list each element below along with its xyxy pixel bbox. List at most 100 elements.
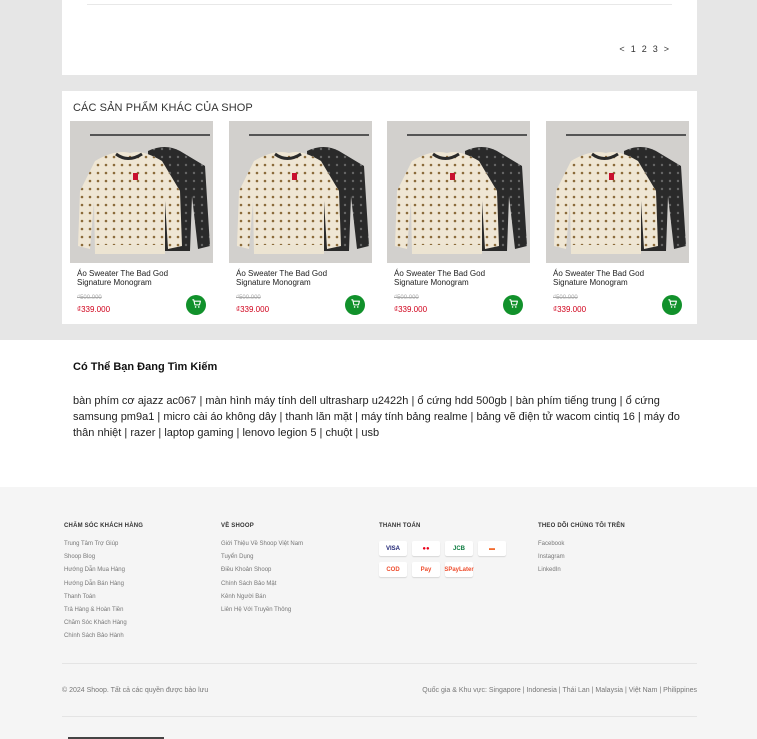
product-name[interactable]: Áo Sweater The Bad God Signature Monogra… bbox=[77, 269, 197, 287]
product-card[interactable]: Áo Sweater The Bad God Signature Monogra… bbox=[387, 121, 530, 321]
footer-links: Trung Tâm Trợ Giúp Shoop Blog Hướng Dẫn Mu… bbox=[64, 541, 143, 647]
payment-methods: VISA ●● JCB ▬ COD Pay SPayLater bbox=[379, 541, 506, 577]
footer-divider bbox=[62, 663, 697, 664]
product-name[interactable]: Áo Sweater The Bad God Signature Monogra… bbox=[236, 269, 356, 287]
footer-heading: VỀ SHOOP bbox=[221, 523, 254, 529]
product-card[interactable]: Áo Sweater The Bad God Signature Monogra… bbox=[229, 121, 372, 321]
footer-link[interactable]: Điều Khoản Shoop bbox=[221, 567, 303, 580]
pagination-page-3[interactable]: 3 bbox=[653, 44, 658, 54]
add-to-cart-button[interactable] bbox=[662, 295, 682, 315]
reviews-card: < 1 2 3 > bbox=[62, 0, 697, 75]
pagination-page-1[interactable]: 1 bbox=[631, 44, 636, 54]
country-link[interactable]: Malaysia bbox=[595, 687, 623, 694]
product-name[interactable]: Áo Sweater The Bad God Signature Monogra… bbox=[394, 269, 514, 287]
footer-link[interactable]: Liên Hệ Với Truyền Thông bbox=[221, 607, 303, 620]
payment-method-logo: COD bbox=[379, 562, 407, 577]
payment-method-logo: Pay bbox=[412, 562, 440, 577]
add-to-cart-button[interactable] bbox=[186, 295, 206, 315]
product-old-price: ₫500.000 bbox=[77, 295, 102, 301]
country-link[interactable]: Philippines bbox=[663, 687, 697, 694]
product-card[interactable]: Áo Sweater The Bad God Signature Monogra… bbox=[70, 121, 213, 321]
footer-link[interactable]: Instagram bbox=[538, 554, 625, 567]
search-term-link[interactable]: chuột bbox=[325, 427, 352, 439]
footer-link[interactable]: Trả Hàng & Hoàn Tiền bbox=[64, 607, 143, 620]
product-price: ₫339.000 bbox=[236, 305, 270, 314]
search-term-link[interactable]: laptop gaming bbox=[164, 427, 233, 439]
footer-links: Giới Thiệu Về Shoop Việt Nam Tuyển Dụng Đi… bbox=[221, 541, 303, 620]
footer-about: VỀ SHOOP Giới Thiệu Về Shoop Việt Nam Tuy… bbox=[221, 523, 303, 620]
product-image[interactable] bbox=[387, 121, 530, 263]
separator: | bbox=[616, 395, 626, 407]
product-image[interactable] bbox=[229, 121, 372, 263]
product-card[interactable]: Áo Sweater The Bad God Signature Monogra… bbox=[546, 121, 689, 321]
search-term-link[interactable]: razer bbox=[130, 427, 155, 439]
add-to-cart-button[interactable] bbox=[503, 295, 523, 315]
section-title: CÁC SẢN PHẨM KHÁC CỦA SHOP bbox=[73, 102, 253, 114]
footer-link[interactable]: Chính Sách Bảo Mật bbox=[221, 581, 303, 594]
copyright: © 2024 Shoop. Tất cả các quyền được bảo … bbox=[62, 687, 209, 694]
footer-link[interactable]: LinkedIn bbox=[538, 567, 625, 580]
search-term-link[interactable]: máy tính bảng realme bbox=[361, 411, 467, 423]
separator: | bbox=[154, 411, 164, 423]
country-link[interactable]: Singapore bbox=[489, 687, 521, 694]
product-image[interactable] bbox=[546, 121, 689, 263]
footer-heading: CHĂM SÓC KHÁCH HÀNG bbox=[64, 523, 144, 529]
separator: | bbox=[634, 411, 644, 423]
related-search-title: Có Thể Bạn Đang Tìm Kiếm bbox=[73, 361, 218, 373]
add-to-cart-button[interactable] bbox=[345, 295, 365, 315]
pagination-next[interactable]: > bbox=[664, 44, 669, 54]
product-old-price: ₫500.000 bbox=[394, 295, 419, 301]
footer-link[interactable]: Giới Thiệu Về Shoop Việt Nam bbox=[221, 541, 303, 554]
product-old-price: ₫500.000 bbox=[236, 295, 261, 301]
country-link[interactable]: Thái Lan bbox=[562, 687, 589, 694]
search-term-link[interactable]: màn hình máy tính dell ultrasharp u2422h bbox=[205, 395, 408, 407]
search-term-link[interactable]: micro cài áo không dây bbox=[163, 411, 276, 423]
separator: | bbox=[506, 395, 516, 407]
related-search-terms: bàn phím cơ ajazz ac067 | màn hình máy t… bbox=[73, 393, 683, 441]
country-selector: Quốc gia & Khu vực: Singapore | Indonesi… bbox=[422, 687, 697, 694]
shop-products-section: CÁC SẢN PHẨM KHÁC CỦA SHOP Áo Sweater Th… bbox=[62, 91, 697, 324]
pagination: < 1 2 3 > bbox=[619, 44, 669, 54]
footer-link[interactable]: Thanh Toán bbox=[64, 594, 143, 607]
search-term-link[interactable]: bàn phím cơ ajazz ac067 bbox=[73, 395, 196, 407]
separator: | bbox=[121, 427, 131, 439]
countries-label: Quốc gia & Khu vực: bbox=[422, 687, 489, 694]
search-term-link[interactable]: lenovo legion 5 bbox=[242, 427, 316, 439]
footer-link[interactable]: Kênh Người Bán bbox=[221, 594, 303, 607]
product-price: ₫339.000 bbox=[553, 305, 587, 314]
country-link[interactable]: Việt Nam bbox=[629, 687, 658, 694]
footer-heading: THANH TOÁN bbox=[379, 523, 421, 529]
country-link[interactable]: Indonesia bbox=[526, 687, 556, 694]
footer-links: Facebook Instagram LinkedIn bbox=[538, 541, 625, 581]
cart-icon bbox=[508, 296, 519, 314]
product-price: ₫339.000 bbox=[394, 305, 428, 314]
payment-method-logo: ●● bbox=[412, 541, 440, 556]
pagination-page-2[interactable]: 2 bbox=[642, 44, 647, 54]
footer-link[interactable]: Shoop Blog bbox=[64, 554, 143, 567]
payment-method-logo: JCB bbox=[445, 541, 473, 556]
footer-link[interactable]: Tuyển Dụng bbox=[221, 554, 303, 567]
footer-link[interactable]: Chính Sách Bảo Hành bbox=[64, 633, 143, 646]
search-term-link[interactable]: usb bbox=[361, 427, 379, 439]
footer-link[interactable]: Chăm Sóc Khách Hàng bbox=[64, 620, 143, 633]
footer-link[interactable]: Hướng Dẫn Bán Hàng bbox=[64, 581, 143, 594]
footer-link[interactable]: Hướng Dẫn Mua Hàng bbox=[64, 567, 143, 580]
search-term-link[interactable]: bảng vẽ điện tử wacom cintiq 16 bbox=[476, 411, 634, 423]
footer: CHĂM SÓC KHÁCH HÀNG Trung Tâm Trợ Giúp Sh… bbox=[0, 487, 757, 739]
product-image[interactable] bbox=[70, 121, 213, 263]
footer-follow: THEO DÕI CHÚNG TÔI TRÊN Facebook Instagra… bbox=[538, 523, 625, 581]
search-term-link[interactable]: thanh lăn mặt bbox=[285, 411, 352, 423]
divider bbox=[87, 4, 672, 5]
footer-link[interactable]: Facebook bbox=[538, 541, 625, 554]
product-name[interactable]: Áo Sweater The Bad God Signature Monogra… bbox=[553, 269, 673, 287]
search-term-link[interactable]: ổ cứng hdd 500gb bbox=[417, 395, 506, 407]
product-old-price: ₫500.000 bbox=[553, 295, 578, 301]
footer-customer-care: CHĂM SÓC KHÁCH HÀNG Trung Tâm Trợ Giúp Sh… bbox=[64, 523, 143, 647]
footer-link[interactable]: Trung Tâm Trợ Giúp bbox=[64, 541, 143, 554]
separator: | bbox=[352, 427, 362, 439]
separator: | bbox=[155, 427, 165, 439]
pagination-prev[interactable]: < bbox=[619, 44, 624, 54]
search-term-link[interactable]: bàn phím tiếng trung bbox=[516, 395, 617, 407]
cart-icon bbox=[191, 296, 202, 314]
payment-method-logo: VISA bbox=[379, 541, 407, 556]
